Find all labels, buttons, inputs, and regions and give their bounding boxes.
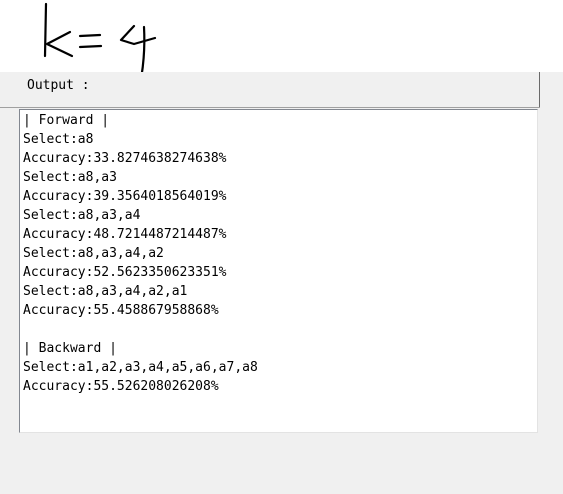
output-lines: | Forward | Select:a8 Accuracy:33.82746382… — [23, 111, 258, 396]
output-line: Select:a8 — [23, 132, 94, 147]
output-line: Select:a1,a2,a3,a4,a5,a6,a7,a8 — [23, 360, 258, 375]
output-line: | Backward | — [23, 341, 117, 356]
output-line: Select:a8,a3,a4,a2,a1 — [23, 284, 188, 299]
output-line: | Forward | — [23, 113, 110, 128]
output-label: Output : — [27, 78, 90, 93]
output-line: Select:a8,a3 — [23, 170, 117, 185]
output-line: Accuracy:33.8274638274638% — [23, 151, 227, 166]
output-line: Accuracy:39.3564018564019% — [23, 189, 227, 204]
output-line: Accuracy:52.5623350623351% — [23, 265, 227, 280]
header-bottom-border — [0, 107, 540, 108]
output-textbox[interactable]: | Forward | Select:a8 Accuracy:33.82746382… — [19, 109, 538, 433]
output-line: Select:a8,a3,a4,a2 — [23, 246, 164, 261]
output-line: Accuracy:55.458867958868% — [23, 303, 219, 318]
output-line: Accuracy:48.7214487214487% — [23, 227, 227, 242]
output-line: Accuracy:55.526208026208% — [23, 379, 219, 394]
header-divider — [539, 72, 540, 108]
output-line: Select:a8,a3,a4 — [23, 208, 141, 223]
